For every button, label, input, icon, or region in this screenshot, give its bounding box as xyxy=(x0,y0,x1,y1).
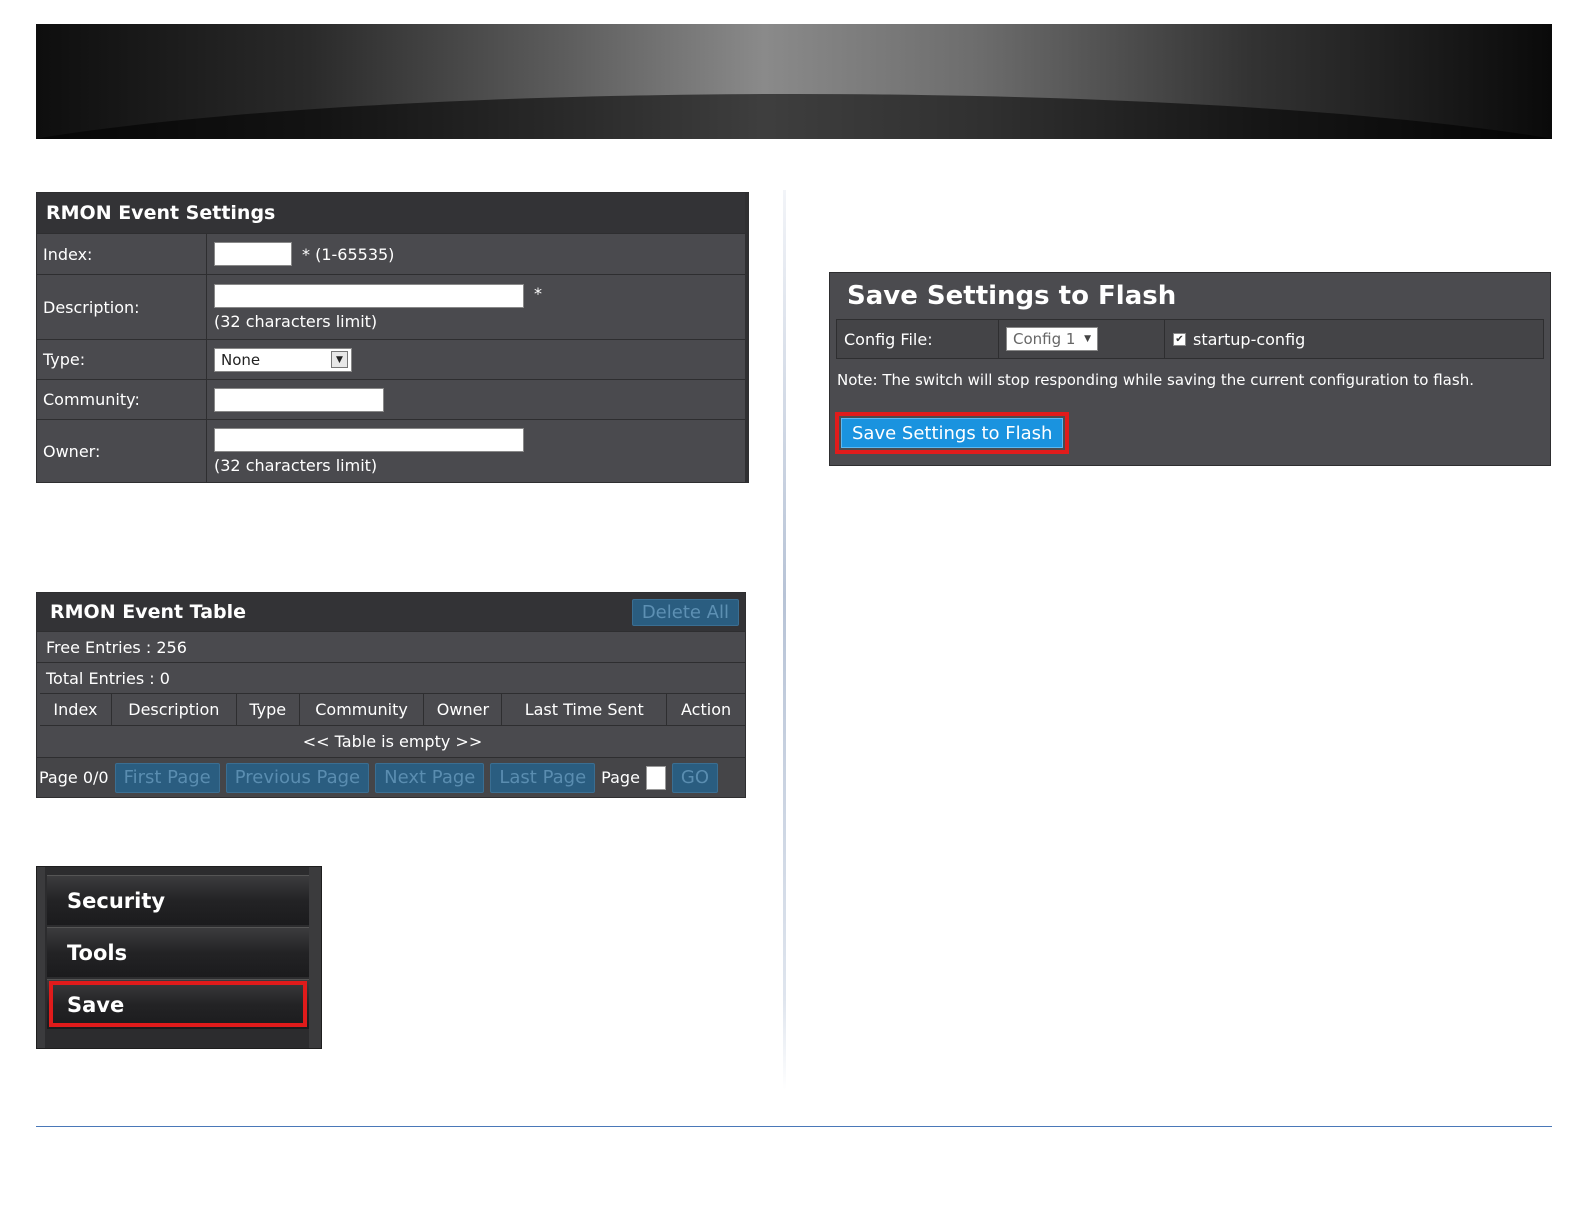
description-hint: (32 characters limit) xyxy=(214,311,378,331)
delete-all-button[interactable]: Delete All xyxy=(631,598,739,626)
chevron-down-icon: ▼ xyxy=(331,351,348,368)
description-input[interactable] xyxy=(214,283,524,308)
empty-table-message: << Table is empty >> xyxy=(302,732,483,751)
save-settings-flash-panel: Save Settings to Flash Config File: Conf… xyxy=(829,272,1551,466)
menu-item-save[interactable]: Save xyxy=(47,979,309,1029)
header-banner xyxy=(36,24,1552,139)
column-header: Index xyxy=(40,694,112,725)
config-file-label: Config File: xyxy=(837,320,999,358)
menu-border-right xyxy=(309,867,321,1048)
page-info: Page 0/0 xyxy=(39,768,109,787)
flash-note: Note: The switch will stop responding wh… xyxy=(837,371,1474,389)
required-marker: * xyxy=(534,283,542,303)
menu-item-tools[interactable]: Tools xyxy=(47,927,309,977)
go-button[interactable]: GO xyxy=(671,762,719,793)
owner-input[interactable] xyxy=(214,427,524,452)
rmon-event-settings-panel: RMON Event Settings Index: * (1-65535) D… xyxy=(36,192,749,483)
menu-item-security[interactable]: Security xyxy=(47,875,309,925)
community-label: Community: xyxy=(37,380,207,419)
index-hint: * (1-65535) xyxy=(302,244,395,264)
config-file-select[interactable]: Config 1 ▼ xyxy=(1006,327,1098,351)
rmon-event-table-panel: RMON Event Table Delete All Free Entries… xyxy=(36,592,746,798)
column-header: Type xyxy=(237,694,300,725)
total-entries: Total Entries : 0 xyxy=(37,662,745,693)
column-header: Owner xyxy=(424,694,503,725)
last-page-button[interactable]: Last Page xyxy=(490,762,596,793)
config-file-value: Config 1 xyxy=(1013,330,1076,348)
free-entries: Free Entries : 256 xyxy=(37,631,745,662)
highlight-box: Save Settings to Flash xyxy=(835,412,1070,454)
panel-title: Save Settings to Flash xyxy=(830,273,1550,319)
description-label: Description: xyxy=(37,275,207,339)
panel-title: RMON Event Table xyxy=(50,601,247,623)
side-menu: Security Tools Save xyxy=(36,866,322,1049)
startup-config-label: startup-config xyxy=(1193,329,1306,349)
column-header: Community xyxy=(300,694,425,725)
startup-config-checkbox[interactable]: ✔ xyxy=(1173,332,1186,346)
type-select[interactable]: None ▼ xyxy=(214,347,352,372)
page-number-input[interactable] xyxy=(645,765,666,790)
community-input[interactable] xyxy=(214,387,384,412)
type-label: Type: xyxy=(37,340,207,379)
owner-hint: (32 characters limit) xyxy=(214,455,378,475)
previous-page-button[interactable]: Previous Page xyxy=(225,762,370,793)
index-label: Index: xyxy=(37,234,207,274)
column-header: Action xyxy=(681,700,732,719)
index-input[interactable] xyxy=(214,242,292,266)
owner-label: Owner: xyxy=(37,420,207,482)
save-settings-to-flash-button[interactable]: Save Settings to Flash xyxy=(841,418,1064,448)
chevron-down-icon: ▼ xyxy=(1084,334,1091,344)
next-page-button[interactable]: Next Page xyxy=(375,762,485,793)
column-header: Last Time Sent xyxy=(502,694,668,725)
panel-title: RMON Event Settings xyxy=(37,193,745,233)
column-header: Description xyxy=(112,694,237,725)
menu-border-left xyxy=(37,867,45,1048)
type-select-value: None xyxy=(221,350,261,369)
table-header: Index Description Type Community Owner L… xyxy=(40,693,745,726)
pagination: Page 0/0 First Page Previous Page Next P… xyxy=(37,757,745,797)
page-label: Page xyxy=(601,768,640,787)
first-page-button[interactable]: First Page xyxy=(114,762,220,793)
column-divider xyxy=(783,190,786,1090)
footer-rule xyxy=(36,1126,1552,1127)
